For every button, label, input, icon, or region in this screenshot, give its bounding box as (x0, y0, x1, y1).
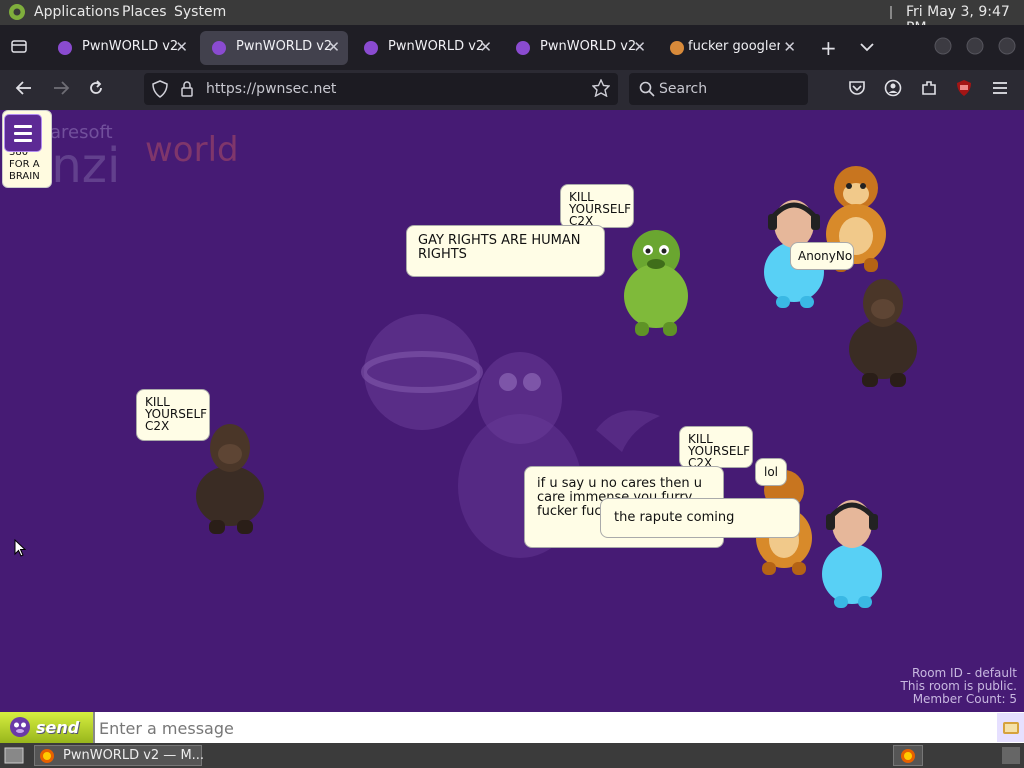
speech-bubble: GAY RIGHTS ARE HUMAN RIGHTS (406, 225, 605, 277)
search-icon (639, 81, 655, 101)
reload-icon[interactable] (87, 79, 105, 101)
mouse-pointer-icon (14, 539, 26, 557)
tab-title: fucker googler (688, 39, 782, 54)
account-icon[interactable] (884, 79, 902, 101)
tab-overview-icon[interactable] (11, 38, 27, 58)
room-info: Room ID - default This room is public. M… (900, 667, 1017, 706)
chat-bar: send (0, 712, 1024, 743)
show-desktop-icon[interactable] (4, 747, 24, 768)
bonzi-face-icon (9, 716, 31, 742)
lock-icon[interactable] (180, 81, 194, 101)
hamburger-menu-icon[interactable] (991, 79, 1009, 101)
maximize-window-icon[interactable] (966, 37, 984, 59)
panel-separator (890, 6, 892, 19)
tab-title: PwnWORLD v2 (540, 39, 637, 54)
taskbar-firefox-window[interactable]: PwnWORLD v2 — M... (34, 745, 205, 768)
search-placeholder: Search (659, 81, 708, 97)
tab-title: PwnWORLD v2 (388, 39, 485, 54)
username-tag: AnonyNo (790, 242, 854, 270)
navigation-toolbar: https://pwnsec.net Search (0, 70, 1024, 110)
dark-bonzi-avatar[interactable] (838, 273, 928, 389)
member-count: Member Count: 5 (912, 692, 1017, 706)
close-tab-icon[interactable]: ✕ (780, 38, 796, 56)
image-attach-icon (1002, 720, 1020, 740)
speech-bubble: KILL YOURSELF C2X (136, 389, 210, 441)
pwnworld-favicon-icon (212, 41, 226, 55)
close-tab-icon[interactable]: ✕ (633, 38, 646, 56)
os-taskbar: PwnWORLD v2 — M... (0, 743, 1024, 768)
close-tab-icon[interactable]: ✕ (327, 38, 340, 56)
speech-bubble: lol (755, 458, 787, 486)
forward-arrow-icon[interactable] (52, 79, 70, 101)
system-top-panel: Applications Places System Fri May 3, 9:… (0, 0, 1024, 36)
shield-icon[interactable] (152, 80, 168, 102)
pwnworld-favicon-icon (364, 41, 378, 55)
bookmark-star-icon[interactable] (591, 78, 611, 101)
url-text[interactable]: https://pwnsec.net (206, 81, 336, 97)
list-all-tabs-icon[interactable] (860, 37, 874, 56)
speech-bubble: the rapute coming (600, 498, 800, 538)
pocket-icon[interactable] (848, 79, 866, 101)
tab-title: PwnWORLD v2 (236, 39, 333, 54)
bonziworld-room[interactable]: aresoft onzi world 380 FOR A BRAIN KILL … (0, 110, 1024, 712)
tray-firefox-icon[interactable] (893, 745, 923, 766)
room-menu-button[interactable] (4, 114, 42, 152)
menu-line (14, 132, 32, 135)
monkey-favicon-icon (670, 41, 684, 55)
back-arrow-icon[interactable] (15, 79, 33, 101)
speech-bubble: KILL YOURSELF C2X (679, 426, 753, 468)
tab-googler[interactable]: fucker googler ✕ (658, 31, 804, 65)
ublock-origin-icon[interactable] (955, 79, 973, 101)
menu-line (14, 139, 32, 142)
tab-pwnworld-3[interactable]: PwnWORLD v2 ✕ (352, 31, 500, 65)
pwnworld-favicon-icon (516, 41, 530, 55)
send-label: send (36, 718, 80, 737)
tab-title: PwnWORLD v2 (82, 39, 179, 54)
close-tab-icon[interactable]: ✕ (479, 38, 492, 56)
close-tab-icon[interactable]: ✕ (175, 38, 188, 56)
green-bonzi-avatar[interactable] (613, 222, 699, 338)
system-menu[interactable]: System (174, 4, 226, 20)
side-note-text: 380 FOR A BRAIN (9, 147, 40, 182)
menu-line (14, 125, 32, 128)
blue-bonzi-avatar-bottom[interactable] (810, 492, 894, 610)
tab-pwnworld-1[interactable]: PwnWORLD v2 ✕ (46, 31, 196, 65)
attach-button[interactable] (997, 713, 1024, 742)
send-button[interactable]: send (0, 712, 95, 743)
workspace-switcher-icon[interactable] (1002, 747, 1020, 764)
search-box[interactable]: Search (629, 73, 808, 105)
distro-logo-icon[interactable] (8, 3, 26, 25)
new-tab-icon[interactable]: + (820, 36, 837, 60)
taskbar-window-title: PwnWORLD v2 — M... (63, 748, 205, 763)
tab-pwnworld-4[interactable]: PwnWORLD v2 ✕ (504, 31, 654, 65)
tab-pwnworld-2[interactable]: PwnWORLD v2 ✕ (200, 31, 348, 65)
tab-strip: PwnWORLD v2 ✕ PwnWORLD v2 ✕ PwnWORLD v2 … (0, 25, 1024, 70)
close-window-icon[interactable] (998, 37, 1016, 59)
speech-bubble: KILL YOURSELF C2X (560, 184, 634, 228)
minimize-window-icon[interactable] (934, 37, 952, 59)
pwnworld-favicon-icon (58, 41, 72, 55)
firefox-icon (39, 748, 55, 768)
logo-world-text: world (145, 130, 239, 170)
applications-menu[interactable]: Applications (34, 4, 120, 20)
places-menu[interactable]: Places (122, 4, 167, 20)
address-bar[interactable]: https://pwnsec.net (144, 73, 618, 105)
message-input[interactable] (97, 715, 996, 742)
extensions-puzzle-icon[interactable] (920, 79, 938, 101)
